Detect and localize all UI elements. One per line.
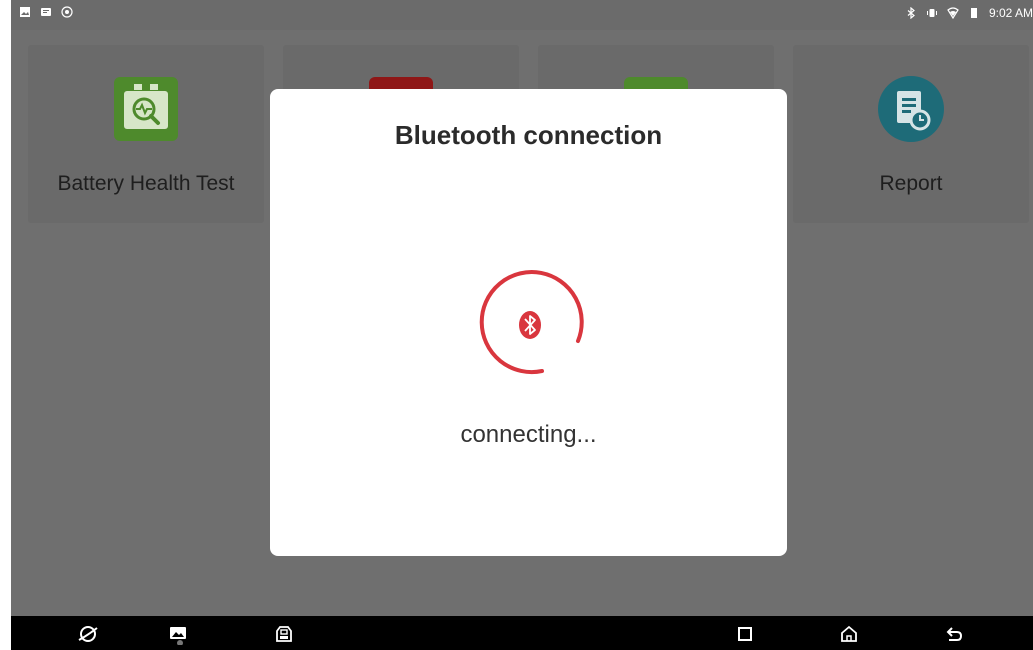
tile-battery-health-test[interactable]: Battery Health Test	[28, 45, 264, 223]
battery-test-icon	[114, 77, 178, 141]
tile-label: Report	[879, 172, 943, 195]
back-icon[interactable]	[943, 623, 965, 645]
left-edge	[0, 0, 11, 650]
image-icon	[20, 7, 30, 17]
tile-report[interactable]: Report	[793, 45, 1029, 223]
connection-status: connecting...	[460, 421, 597, 448]
recents-icon[interactable]	[734, 623, 756, 645]
status-time: 9:02 AM	[988, 6, 1033, 20]
report-icon	[878, 76, 944, 142]
message-icon	[41, 8, 51, 16]
dialog-title: Bluetooth connection	[394, 120, 663, 150]
vci-icon[interactable]	[273, 623, 295, 645]
target-icon	[61, 6, 73, 18]
gallery-icon[interactable]	[167, 623, 189, 645]
loading-spinner	[479, 270, 584, 375]
bluetooth-icon	[519, 311, 541, 339]
home-icon[interactable]	[838, 623, 860, 645]
navigation-bar	[11, 616, 1033, 650]
status-bar: 9:02 AM	[11, 0, 1033, 30]
vibrate-icon	[926, 9, 937, 17]
bluetooth-connection-dialog: Bluetooth connection connecting...	[270, 89, 787, 556]
battery-icon	[970, 8, 977, 18]
tile-label: Battery Health Test	[57, 172, 235, 195]
browser-icon[interactable]	[77, 623, 99, 645]
wifi-icon	[947, 7, 959, 19]
bluetooth-icon	[907, 7, 915, 19]
